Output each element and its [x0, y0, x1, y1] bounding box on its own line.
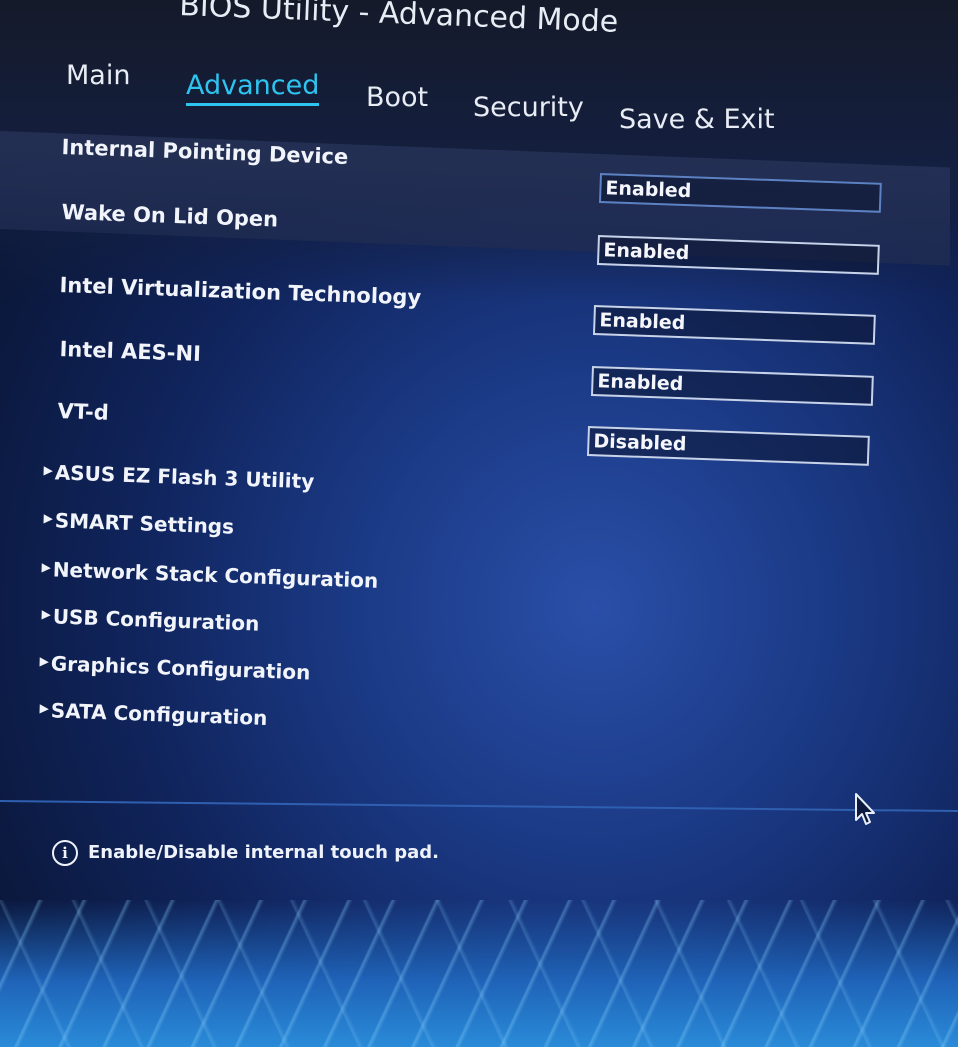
submenu-label: Graphics Configuration [50, 651, 311, 685]
submenu-usb-configuration[interactable]: ▶USB Configuration [41, 604, 260, 636]
arrow-right-icon: ▶ [43, 510, 54, 526]
submenu-smart-settings[interactable]: ▶SMART Settings [43, 508, 235, 539]
submenu-graphics-configuration[interactable]: ▶Graphics Configuration [39, 651, 311, 684]
submenu-sata-configuration[interactable]: ▶SATA Configuration [39, 698, 268, 730]
tab-bar: Main Advanced Boot Security Save & Exit [62, 60, 782, 135]
help-text: Enable/Disable internal touch pad. [88, 842, 439, 863]
submenu-asus-ez-flash-3-utility[interactable]: ▶ASUS EZ Flash 3 Utility [43, 460, 315, 493]
arrow-right-icon: ▶ [41, 559, 52, 575]
select-vt-d[interactable]: Disabled [586, 426, 870, 466]
select-intel-virtualization-technology[interactable]: Enabled [592, 305, 876, 345]
arrow-right-icon: ▶ [43, 462, 54, 478]
tab-advanced[interactable]: Advanced [186, 70, 320, 106]
select-intel-aes-ni[interactable]: Enabled [590, 366, 874, 406]
setting-label-intel-aes-ni: Intel AES-NI [59, 337, 202, 366]
floor-decoration [0, 900, 958, 1047]
help-divider [0, 800, 958, 813]
tab-boot[interactable]: Boot [366, 82, 428, 113]
submenu-label: ASUS EZ Flash 3 Utility [54, 460, 315, 494]
info-icon: i [52, 840, 78, 866]
submenu-label: Network Stack Configuration [52, 557, 379, 593]
settings-panel: Internal Pointing Device Enabled Wake On… [0, 125, 958, 775]
arrow-right-icon: ▶ [41, 606, 52, 622]
tab-security[interactable]: Security [473, 92, 584, 123]
submenu-label: USB Configuration [52, 604, 260, 636]
submenu-network-stack-configuration[interactable]: ▶Network Stack Configuration [41, 557, 379, 593]
arrow-right-icon: ▶ [39, 700, 50, 716]
setting-label-vt-d: VT-d [57, 399, 110, 425]
mouse-cursor-icon [855, 793, 875, 825]
submenu-label: SATA Configuration [50, 698, 268, 730]
setting-label-intel-virtualization-technology: Intel Virtualization Technology [59, 273, 422, 310]
arrow-right-icon: ▶ [39, 653, 50, 669]
help-bar: i Enable/Disable internal touch pad. [52, 840, 439, 866]
submenu-label: SMART Settings [54, 508, 235, 539]
tab-main[interactable]: Main [66, 60, 130, 91]
